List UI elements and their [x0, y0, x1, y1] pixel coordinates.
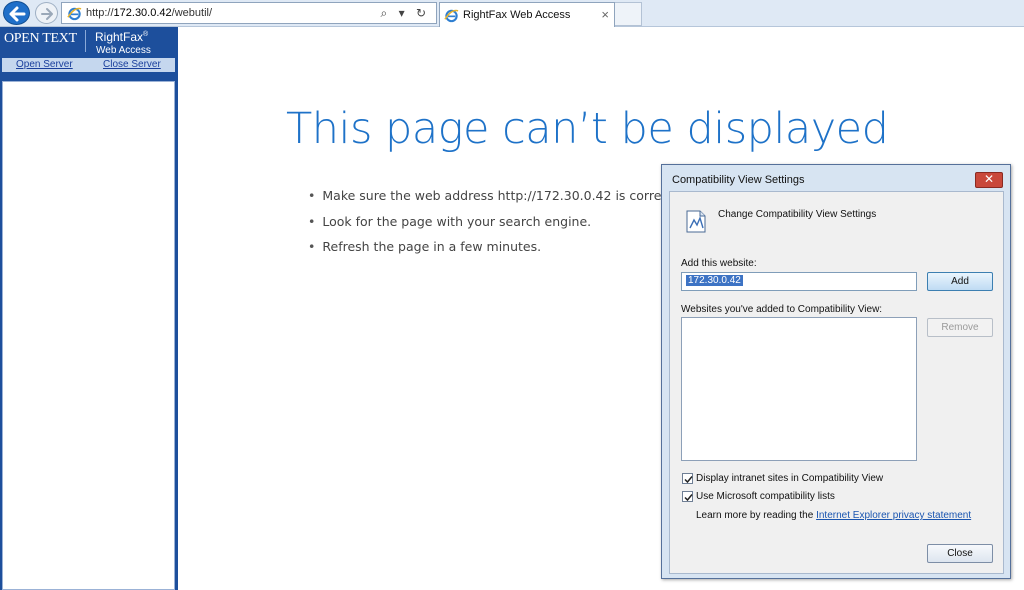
brand-divider — [85, 30, 86, 52]
ie-logo-icon — [444, 9, 459, 23]
close-button[interactable]: Close — [927, 544, 993, 563]
web-access-label: Web Access — [96, 45, 151, 56]
ms-compat-lists-label: Use Microsoft compatibility lists — [696, 491, 835, 502]
browser-toolbar: http://172.30.0.42/webutil/ ⌕ ▾ ↻ RightF… — [0, 0, 1024, 27]
add-website-label: Add this website: — [681, 258, 757, 269]
brand-header: OPEN TEXT RightFax® Web Access — [0, 27, 178, 58]
added-websites-label: Websites you've added to Compatibility V… — [681, 304, 883, 315]
add-website-value: 172.30.0.42 — [686, 275, 743, 286]
check-icon — [684, 476, 693, 484]
list-item: Look for the page with your search engin… — [308, 214, 677, 240]
check-icon — [684, 494, 693, 502]
forward-button[interactable] — [35, 2, 58, 24]
new-tab-button[interactable] — [615, 2, 642, 26]
address-bar[interactable]: http://172.30.0.42/webutil/ ⌕ ▾ ↻ — [61, 2, 437, 24]
privacy-statement-link[interactable]: Internet Explorer privacy statement — [816, 510, 971, 521]
tab-title: RightFax Web Access — [463, 9, 571, 21]
tab-close-icon[interactable]: × — [601, 7, 609, 22]
error-suggestions: Make sure the web address http://172.30.… — [308, 188, 677, 265]
dialog-title: Compatibility View Settings — [672, 174, 805, 186]
address-tools[interactable]: ⌕ ▾ ↻ — [381, 6, 430, 21]
list-item: Make sure the web address http://172.30.… — [308, 188, 677, 214]
server-link-bar: Open Server Close Server — [2, 58, 175, 72]
back-arrow-icon — [9, 6, 26, 22]
learn-more-text: Learn more by reading the Internet Explo… — [696, 510, 972, 521]
remove-button[interactable]: Remove — [927, 318, 993, 337]
list-item: Refresh the page in a few minutes. — [308, 239, 677, 265]
opentext-logo: OPEN TEXT — [4, 31, 77, 46]
compatibility-page-icon — [686, 210, 706, 233]
compatibility-view-dialog: Compatibility View Settings ✕ Change Com… — [661, 164, 1011, 579]
close-icon: ✕ — [983, 172, 995, 186]
tab-rightfax[interactable]: RightFax Web Access × — [439, 2, 615, 27]
page-title: This page can’t be displayed — [286, 104, 889, 154]
dialog-body: Change Compatibility View Settings Add t… — [669, 191, 1004, 574]
back-button[interactable] — [3, 1, 30, 25]
add-button[interactable]: Add — [927, 272, 993, 291]
intranet-compat-checkbox[interactable] — [682, 473, 693, 484]
close-server-link[interactable]: Close Server — [103, 59, 161, 70]
added-websites-list[interactable] — [681, 317, 917, 461]
ms-compat-lists-checkbox[interactable] — [682, 491, 693, 502]
open-server-link[interactable]: Open Server — [16, 59, 73, 70]
forward-arrow-icon — [41, 8, 53, 20]
ie-logo-icon — [67, 7, 82, 21]
address-url: http://172.30.0.42/webutil/ — [86, 7, 213, 19]
sidebar-content-panel — [2, 81, 175, 590]
rightfax-sidebar: OPEN TEXT RightFax® Web Access Open Serv… — [0, 27, 178, 590]
dialog-heading: Change Compatibility View Settings — [718, 209, 877, 220]
add-website-input[interactable]: 172.30.0.42 — [681, 272, 917, 291]
intranet-compat-label: Display intranet sites in Compatibility … — [696, 473, 884, 484]
dialog-close-button[interactable]: ✕ — [975, 172, 1003, 188]
rightfax-logo: RightFax® — [95, 30, 149, 44]
